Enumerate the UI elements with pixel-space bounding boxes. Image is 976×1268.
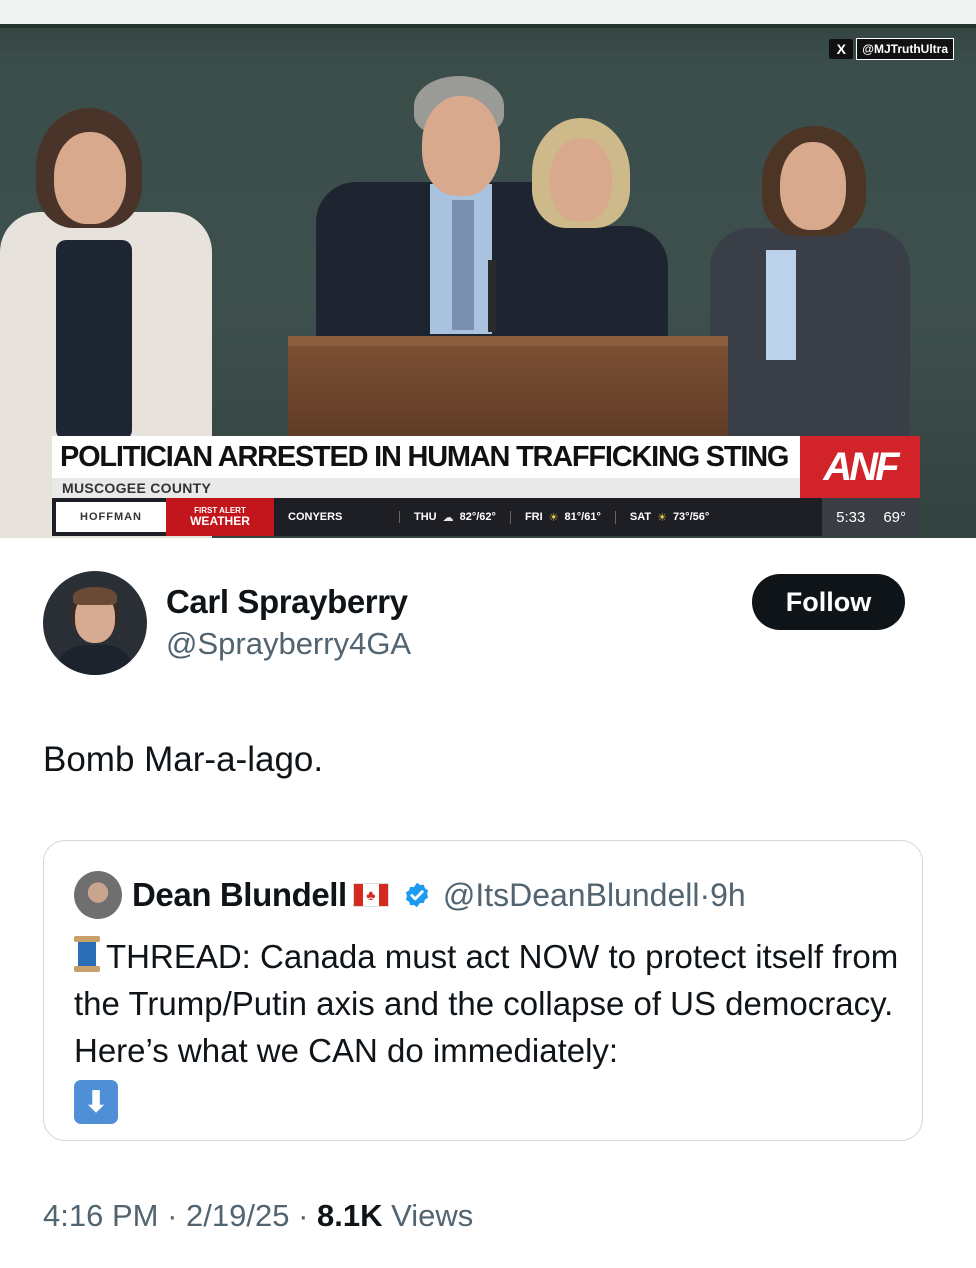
- tweet-date[interactable]: 2/19/25: [186, 1198, 289, 1233]
- forecast-temp: 73°/56°: [672, 511, 710, 523]
- video-top-line: [0, 24, 976, 28]
- first-alert-badge: FIRST ALERT WEATHER: [166, 498, 274, 536]
- sun-cloud-icon: ☀: [548, 511, 559, 524]
- down-arrow-icon: ⬇: [74, 1080, 118, 1124]
- quoted-author-avatar[interactable]: [74, 871, 122, 919]
- forecast-fri: FRI ☀ 81°/61°: [511, 510, 616, 524]
- forecast-sat: SAT ☀ 73°/56°: [616, 511, 723, 524]
- weather-label: WEATHER: [190, 514, 250, 528]
- sun-cloud-icon: ☀: [657, 511, 667, 524]
- forecast-day: THU: [414, 511, 437, 523]
- news-headline: POLITICIAN ARRESTED IN HUMAN TRAFFICKING…: [52, 436, 800, 478]
- news-subhead: MUSCOGEE COUNTY: [52, 478, 800, 498]
- verified-badge-icon: [405, 882, 428, 908]
- watermark: X @MJTruthUltra: [829, 38, 954, 60]
- tweet-metadata: 4:16 PM · 2/19/25 · 8.1K Views: [43, 1198, 474, 1233]
- tweet-time[interactable]: 4:16 PM: [43, 1198, 158, 1233]
- news-video-frame[interactable]: X @MJTruthUltra POLITICIAN ARRESTED IN H…: [0, 0, 976, 538]
- ticker-current-temp: 69°: [883, 508, 906, 526]
- tweet-text: Bomb Mar-a-lago.: [43, 740, 324, 779]
- x-logo-icon: X: [829, 39, 854, 59]
- author-handle[interactable]: @Sprayberry4GA: [166, 626, 411, 662]
- follow-button[interactable]: Follow: [752, 574, 905, 630]
- views-label: Views: [391, 1198, 474, 1233]
- canada-flag-icon: ♣: [352, 883, 389, 907]
- ticker-city: CONYERS: [274, 511, 400, 523]
- author-avatar[interactable]: [43, 571, 147, 675]
- microphone: [488, 260, 496, 332]
- video-top-strip: [0, 0, 976, 24]
- ticker-time: 5:33: [836, 508, 866, 526]
- quoted-separator: ·: [699, 876, 711, 913]
- quoted-age: 9h: [710, 876, 746, 913]
- sponsor-logo: HOFFMAN: [56, 502, 166, 532]
- watermark-handle: @MJTruthUltra: [856, 38, 954, 60]
- thread-spool-icon: [74, 936, 100, 972]
- quoted-author-name[interactable]: Dean Blundell: [132, 876, 347, 914]
- forecast-thu: THU ☁ 82°/62°: [400, 510, 511, 524]
- author-display-name[interactable]: Carl Sprayberry: [166, 583, 408, 621]
- podium: [288, 336, 728, 446]
- quoted-author-handle[interactable]: @ItsDeanBlundell·9h: [443, 877, 746, 914]
- quoted-tweet[interactable]: Dean Blundell ♣ @ItsDeanBlundell·9h THRE…: [43, 840, 923, 1141]
- forecast-temp: 81°/61°: [564, 511, 601, 523]
- quoted-text-body: THREAD: Canada must act NOW to protect i…: [74, 938, 899, 1069]
- views-count: 8.1K: [317, 1198, 383, 1233]
- forecast-temp: 82°/62°: [459, 511, 496, 523]
- weather-ticker: HOFFMAN FIRST ALERT WEATHER CONYERS THU …: [52, 498, 920, 536]
- forecast-day: SAT: [629, 511, 652, 523]
- quoted-tweet-header: Dean Blundell ♣ @ItsDeanBlundell·9h: [74, 871, 746, 919]
- ticker-clock: 5:33 69°: [822, 498, 920, 536]
- network-logo: ANF: [800, 436, 920, 498]
- cloud-icon: ☁: [442, 511, 454, 524]
- forecast-day: FRI: [524, 511, 543, 523]
- quoted-tweet-text: THREAD: Canada must act NOW to protect i…: [74, 933, 904, 1124]
- quoted-handle-text: @ItsDeanBlundell: [442, 876, 700, 913]
